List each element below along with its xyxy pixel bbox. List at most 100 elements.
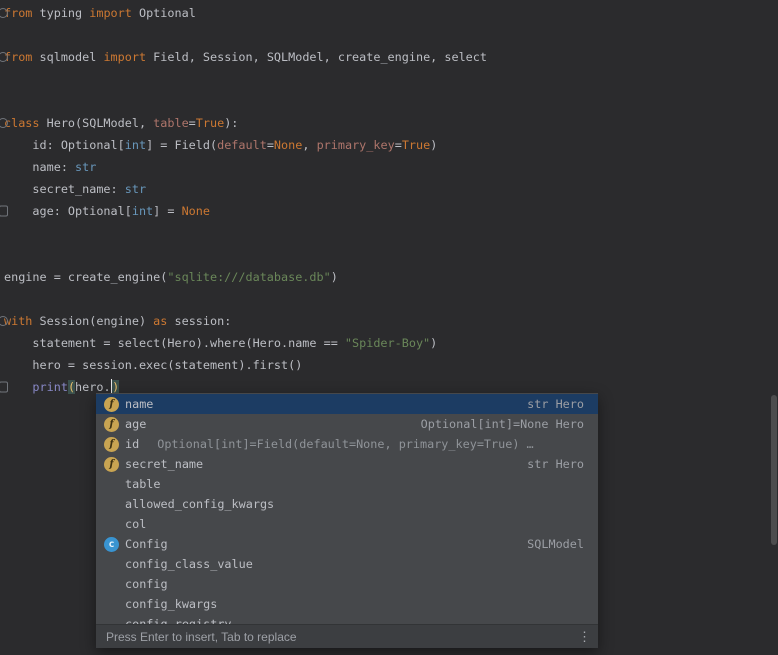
code-token: engine = create_engine( bbox=[4, 270, 167, 284]
completion-item[interactable]: fsecret_namestr Hero bbox=[96, 454, 598, 474]
completion-item[interactable]: config_class_value bbox=[96, 554, 598, 574]
code-token: ] = bbox=[153, 204, 181, 218]
code-line[interactable] bbox=[4, 222, 778, 244]
code-line[interactable]: with Session(engine) as session: bbox=[4, 310, 778, 332]
code-token: id: Optional[ bbox=[4, 138, 125, 152]
code-line[interactable] bbox=[4, 244, 778, 266]
code-token: None bbox=[274, 138, 302, 152]
code-token: secret_name: bbox=[4, 182, 125, 196]
code-token: , bbox=[302, 138, 316, 152]
completion-label: secret_name bbox=[125, 457, 203, 471]
code-token: ) bbox=[112, 380, 119, 394]
field-icon: f bbox=[104, 397, 119, 412]
completion-label: config_class_value bbox=[125, 557, 253, 571]
code-token: str bbox=[75, 160, 96, 174]
completion-popup: fnamestr HerofageOptional[int]=None Hero… bbox=[96, 393, 598, 648]
completion-item[interactable]: col bbox=[96, 514, 598, 534]
completion-list: fnamestr HerofageOptional[int]=None Hero… bbox=[96, 393, 598, 624]
code-line[interactable] bbox=[4, 24, 778, 46]
completion-item[interactable]: config bbox=[96, 574, 598, 594]
completion-label: age bbox=[125, 417, 146, 431]
completion-label: id bbox=[125, 437, 139, 451]
code-token: default bbox=[217, 138, 267, 152]
code-token: int bbox=[125, 138, 146, 152]
completion-item[interactable]: table bbox=[96, 474, 598, 494]
code-line[interactable]: name: str bbox=[4, 156, 778, 178]
code-token: import bbox=[89, 6, 132, 20]
code-token: True bbox=[196, 116, 224, 130]
code-line[interactable]: class Hero(SQLModel, table=True): bbox=[4, 112, 778, 134]
code-token: import bbox=[103, 50, 146, 64]
completion-tail: str Hero bbox=[527, 397, 584, 411]
code-token: print bbox=[32, 380, 68, 394]
code-token: = bbox=[267, 138, 274, 152]
code-token: ) bbox=[430, 138, 437, 152]
code-token: = bbox=[395, 138, 402, 152]
completion-label: config_registry bbox=[125, 614, 232, 624]
code-token: table bbox=[153, 116, 189, 130]
field-icon: f bbox=[104, 417, 119, 432]
scrollbar-thumb[interactable] bbox=[771, 395, 777, 545]
code-token: with bbox=[4, 314, 32, 328]
code-token: str bbox=[125, 182, 146, 196]
code-token: ) bbox=[430, 336, 437, 350]
code-token: "sqlite:///database.db" bbox=[167, 270, 330, 284]
code-token: typing bbox=[32, 6, 89, 20]
code-token: statement = select(Hero).where(Hero.name… bbox=[4, 336, 345, 350]
code-line[interactable]: from typing import Optional bbox=[4, 2, 778, 24]
code-token: as bbox=[153, 314, 167, 328]
completion-item[interactable]: c Config SQLModel bbox=[96, 534, 598, 554]
completion-item[interactable]: allowed_config_kwargs bbox=[96, 494, 598, 514]
completion-footer: Press Enter to insert, Tab to replace ⋮ bbox=[96, 624, 598, 648]
code-line[interactable] bbox=[4, 90, 778, 112]
completion-item[interactable]: fage Optional[int]=None Hero bbox=[96, 414, 598, 434]
code-token: ] = Field( bbox=[146, 138, 217, 152]
completion-scrollbar[interactable] bbox=[771, 394, 777, 624]
code-token: int bbox=[132, 204, 153, 218]
code-token: Optional bbox=[132, 6, 196, 20]
completion-tail: str Hero bbox=[527, 457, 584, 471]
code-token: sqlmodel bbox=[32, 50, 103, 64]
completion-label: col bbox=[125, 517, 146, 531]
code-token: age: Optional[ bbox=[4, 204, 132, 218]
field-icon: f bbox=[104, 437, 119, 452]
more-options-icon[interactable]: ⋮ bbox=[578, 630, 591, 643]
completion-label: config bbox=[125, 577, 168, 591]
gutter-mark-square bbox=[0, 382, 8, 393]
code-line[interactable]: engine = create_engine("sqlite:///databa… bbox=[4, 266, 778, 288]
completion-item[interactable]: config_kwargs bbox=[96, 594, 598, 614]
code-token: from bbox=[4, 50, 32, 64]
code-token: ) bbox=[331, 270, 338, 284]
code-token: ): bbox=[224, 116, 238, 130]
code-line[interactable]: age: Optional[int] = None bbox=[4, 200, 778, 222]
code-line[interactable]: id: Optional[int] = Field(default=None, … bbox=[4, 134, 778, 156]
completion-tail: SQLModel bbox=[527, 537, 584, 551]
completion-hint: Press Enter to insert, Tab to replace bbox=[106, 630, 297, 644]
completion-tail: Optional[int]=None Hero bbox=[421, 417, 584, 431]
code-line[interactable]: secret_name: str bbox=[4, 178, 778, 200]
code-line[interactable]: hero = session.exec(statement).first() bbox=[4, 354, 778, 376]
completion-item[interactable]: fnamestr Hero bbox=[96, 394, 598, 414]
code-token: None bbox=[182, 204, 210, 218]
code-token: from bbox=[4, 6, 32, 20]
completion-item[interactable]: fidOptional[int]=Field(default=None, pri… bbox=[96, 434, 598, 454]
code-token: . bbox=[103, 380, 110, 394]
code-line[interactable]: from sqlmodel import Field, Session, SQL… bbox=[4, 46, 778, 68]
code-token: "Spider-Boy" bbox=[345, 336, 430, 350]
gutter-mark-square bbox=[0, 206, 8, 217]
code-token: name: bbox=[4, 160, 75, 174]
code-token: hero bbox=[75, 380, 103, 394]
code-token bbox=[4, 380, 32, 394]
code-line[interactable] bbox=[4, 68, 778, 90]
code-line[interactable] bbox=[4, 288, 778, 310]
code-token: True bbox=[402, 138, 430, 152]
class-icon: c bbox=[104, 537, 119, 552]
code-token: = bbox=[189, 116, 196, 130]
code-token: primary_key bbox=[317, 138, 395, 152]
code-token: Field, Session, SQLModel, create_engine,… bbox=[146, 50, 487, 64]
completion-item[interactable]: config_registry bbox=[96, 614, 598, 624]
completion-label: Config bbox=[125, 537, 168, 551]
code-token: class bbox=[4, 116, 40, 130]
code-line[interactable]: statement = select(Hero).where(Hero.name… bbox=[4, 332, 778, 354]
completion-label: config_kwargs bbox=[125, 597, 217, 611]
